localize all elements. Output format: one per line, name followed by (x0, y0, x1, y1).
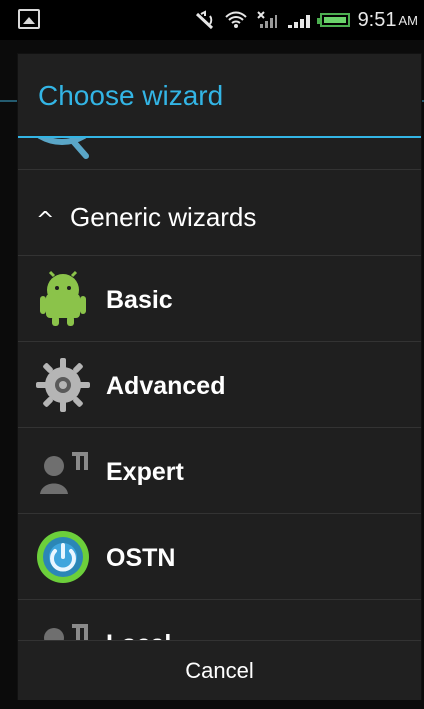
list-item-basic[interactable]: Basic (18, 256, 421, 342)
list-item-label: Basic (106, 286, 173, 314)
image-notification-icon (18, 9, 40, 29)
battery (316, 13, 350, 27)
gear-icon (34, 356, 92, 414)
power-icon (34, 528, 92, 586)
group-header-generic-wizards[interactable]: ^ Generic wizards (18, 170, 421, 256)
dialog-title: Choose wizard (38, 80, 224, 111)
no-sync-icon (194, 10, 216, 30)
list-item-ostn[interactable]: OSTN (18, 514, 421, 600)
status-ampm: AM (398, 12, 419, 28)
android-icon (34, 270, 92, 328)
battery-icon (316, 10, 350, 30)
battery-level (323, 17, 346, 23)
dialog-footer: Cancel (18, 640, 421, 700)
list-item-label: Advanced (106, 372, 226, 400)
user-tools-icon (34, 442, 92, 500)
clock: 9:51 AM (357, 8, 419, 31)
wifi-icon (224, 10, 248, 30)
list-item-expert[interactable]: Expert (18, 428, 421, 514)
wizard-list[interactable]: ^ Generic wizards Basic Advanced Expert … (18, 138, 421, 658)
mobile-no-signal-icon (256, 10, 278, 30)
cancel-button[interactable]: Cancel (18, 641, 421, 700)
list-item-label: Expert (106, 458, 184, 486)
partial-icon (37, 138, 89, 159)
chevron-up-icon: ^ (36, 208, 55, 233)
signal-icon (286, 10, 312, 30)
status-time: 9:51 (357, 8, 397, 31)
dialog-title-bar: Choose wizard (18, 54, 421, 136)
list-item-partial[interactable] (18, 138, 421, 170)
status-bar: 9:51 AM (0, 0, 424, 40)
list-item-label: OSTN (106, 544, 176, 572)
status-right: 9:51 AM (194, 0, 418, 40)
list-item-advanced[interactable]: Advanced (18, 342, 421, 428)
group-header-label: Generic wizards (70, 202, 257, 232)
choose-wizard-dialog: Choose wizard ^ Generic wizards Basic Ad… (18, 54, 421, 700)
